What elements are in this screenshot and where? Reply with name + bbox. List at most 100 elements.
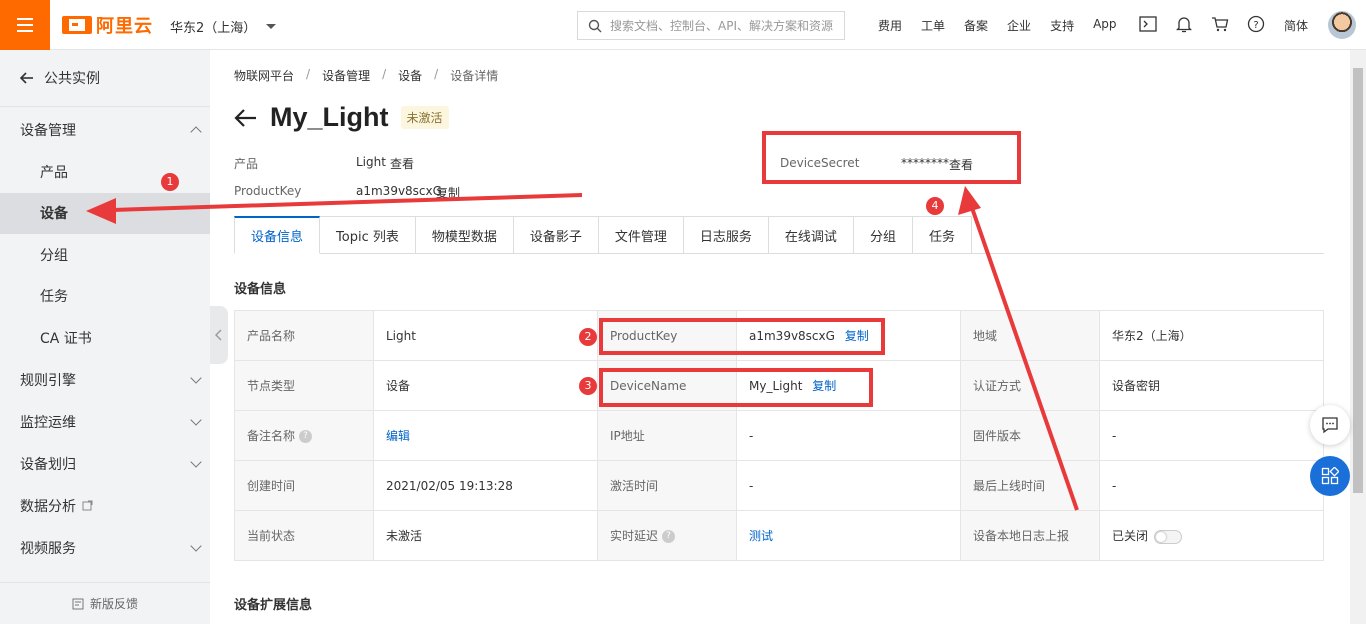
chevron-down-icon [190,539,202,552]
cell-label: 设备本地日志上报 [960,510,1100,561]
help-icon[interactable]: ? [299,430,313,443]
annotation-number-2: 2 [579,328,597,346]
cell-label: 固件版本 [960,410,1100,461]
sidebar-group-rules[interactable]: 规则引擎 [0,359,210,401]
view-product-link[interactable]: 查看 [390,155,414,172]
menu-button[interactable] [0,0,50,50]
copy-productkey-link[interactable]: 复制 [436,184,460,201]
page-title: My_Light [270,102,389,132]
page-scrollbar[interactable] [1350,50,1366,624]
cell-value: Light [373,310,598,361]
breadcrumb-separator: / [434,67,439,81]
cell-value: 测试 [736,510,961,561]
tab-log-service[interactable]: 日志服务 [683,216,769,254]
cell-value-log-toggle: 已关闭 [1099,510,1324,561]
back-to-instances[interactable]: 公共实例 [0,50,210,107]
cell-label-remark: 备注名称? [234,410,374,461]
breadcrumb-device-detail: 设备详情 [450,69,499,83]
chat-icon [1322,417,1338,434]
cell-value: 设备 [373,360,598,411]
logo-text: 阿里云 [96,16,153,37]
status-badge: 未激活 [400,106,449,129]
link-fees[interactable]: 费用 [878,17,902,34]
cell-label: 节点类型 [234,360,374,411]
top-bar: 阿里云 华东2（上海） 费用 工单 备案 企业 支持 App ? 简体 [0,0,1366,50]
breadcrumb-separator: / [382,67,387,81]
table-row: 备注名称? 编辑 IP地址 - 固件版本 - [234,410,1324,461]
chat-button[interactable] [1310,405,1350,445]
tab-file-management[interactable]: 文件管理 [598,216,684,254]
search-icon [588,19,602,32]
help-icon[interactable]: ? [662,530,676,543]
cart-icon[interactable] [1210,14,1230,34]
section-title-device-info: 设备信息 [234,282,287,297]
sidebar-group-monitoring[interactable]: 监控运维 [0,401,210,443]
tab-tsl-data[interactable]: 物模型数据 [415,216,514,254]
link-enterprise[interactable]: 企业 [1007,17,1031,34]
tab-device-shadow[interactable]: 设备影子 [513,216,599,254]
sidebar-group-label: 设备管理 [20,123,76,139]
arrow-left-icon [20,72,33,84]
sidebar-group-video[interactable]: 视频服务 [0,527,210,569]
section-title-extended-info: 设备扩展信息 [234,598,313,613]
feedback-label: 新版反馈 [89,597,138,611]
tab-bar: 设备信息 Topic 列表 物模型数据 设备影子 文件管理 日志服务 在线调试 … [234,216,1324,254]
chevron-up-icon [190,126,202,138]
annotation-box-productkey [599,318,885,355]
search-input[interactable] [610,18,840,33]
meta-productkey-value: a1m39v8scxG [356,184,442,198]
sidebar-group-device-transfer[interactable]: 设备划归 [0,443,210,485]
feedback-icon [72,598,84,609]
annotation-number-1: 1 [161,173,179,191]
avatar[interactable] [1328,11,1356,39]
search-box[interactable] [577,11,845,40]
tab-jobs[interactable]: 任务 [912,216,972,254]
cell-value: - [736,460,961,511]
sidebar-group-data-analysis[interactable]: 数据分析 [0,485,210,527]
terminal-icon[interactable] [1138,14,1158,34]
apps-button[interactable] [1310,456,1350,496]
bell-icon[interactable] [1174,14,1194,34]
tab-topic-list[interactable]: Topic 列表 [320,216,416,254]
log-report-toggle[interactable] [1154,529,1183,544]
breadcrumb-devices[interactable]: 设备 [398,67,422,84]
cell-value: 华东2（上海） [1099,310,1324,361]
aliyun-logo[interactable]: 阿里云 [62,13,153,37]
title-row: My_Light 未激活 [234,102,449,133]
cell-label-latency: 实时延迟? [597,510,737,561]
link-support[interactable]: 支持 [1050,17,1074,34]
sidebar-item-ca-cert[interactable]: CA 证书 [0,317,210,359]
tab-device-info[interactable]: 设备信息 [234,216,321,254]
tab-online-debug[interactable]: 在线调试 [768,216,854,254]
region-selector[interactable]: 华东2（上海） [170,17,277,36]
sidebar-item-devices[interactable]: 设备 [0,192,210,234]
meta-product-value: Light [356,155,386,169]
remark-label: 备注名称 [247,429,296,443]
logo-mark-icon [62,16,92,34]
sidebar-item-products[interactable]: 产品 [0,151,210,193]
back-arrow-icon[interactable] [234,108,258,127]
cell-label: 激活时间 [597,460,737,511]
top-links: 费用 工单 备案 企业 支持 App [878,17,1136,34]
annotation-number-4: 4 [926,197,944,215]
back-label: 公共实例 [44,71,100,87]
scrollbar-thumb[interactable] [1353,68,1363,493]
cell-label: 认证方式 [960,360,1100,411]
link-tickets[interactable]: 工单 [921,17,945,34]
help-icon[interactable]: ? [1246,14,1266,34]
sidebar-item-groups[interactable]: 分组 [0,234,210,276]
chevron-down-icon [190,455,202,468]
edit-remark-link[interactable]: 编辑 [386,429,410,443]
feedback-button[interactable]: 新版反馈 [0,582,210,624]
test-latency-link[interactable]: 测试 [749,529,773,543]
language-switch[interactable]: 简体 [1284,17,1308,34]
chevron-down-icon [190,413,202,426]
top-icons: ? [1138,14,1266,34]
breadcrumb-iot[interactable]: 物联网平台 [234,67,294,84]
sidebar-group-device-management[interactable]: 设备管理 [0,109,210,151]
tab-groups[interactable]: 分组 [853,216,913,254]
sidebar-item-jobs[interactable]: 任务 [0,276,210,318]
link-icp[interactable]: 备案 [964,17,988,34]
breadcrumb-device-mgmt[interactable]: 设备管理 [322,67,370,84]
link-app[interactable]: App [1093,17,1116,34]
